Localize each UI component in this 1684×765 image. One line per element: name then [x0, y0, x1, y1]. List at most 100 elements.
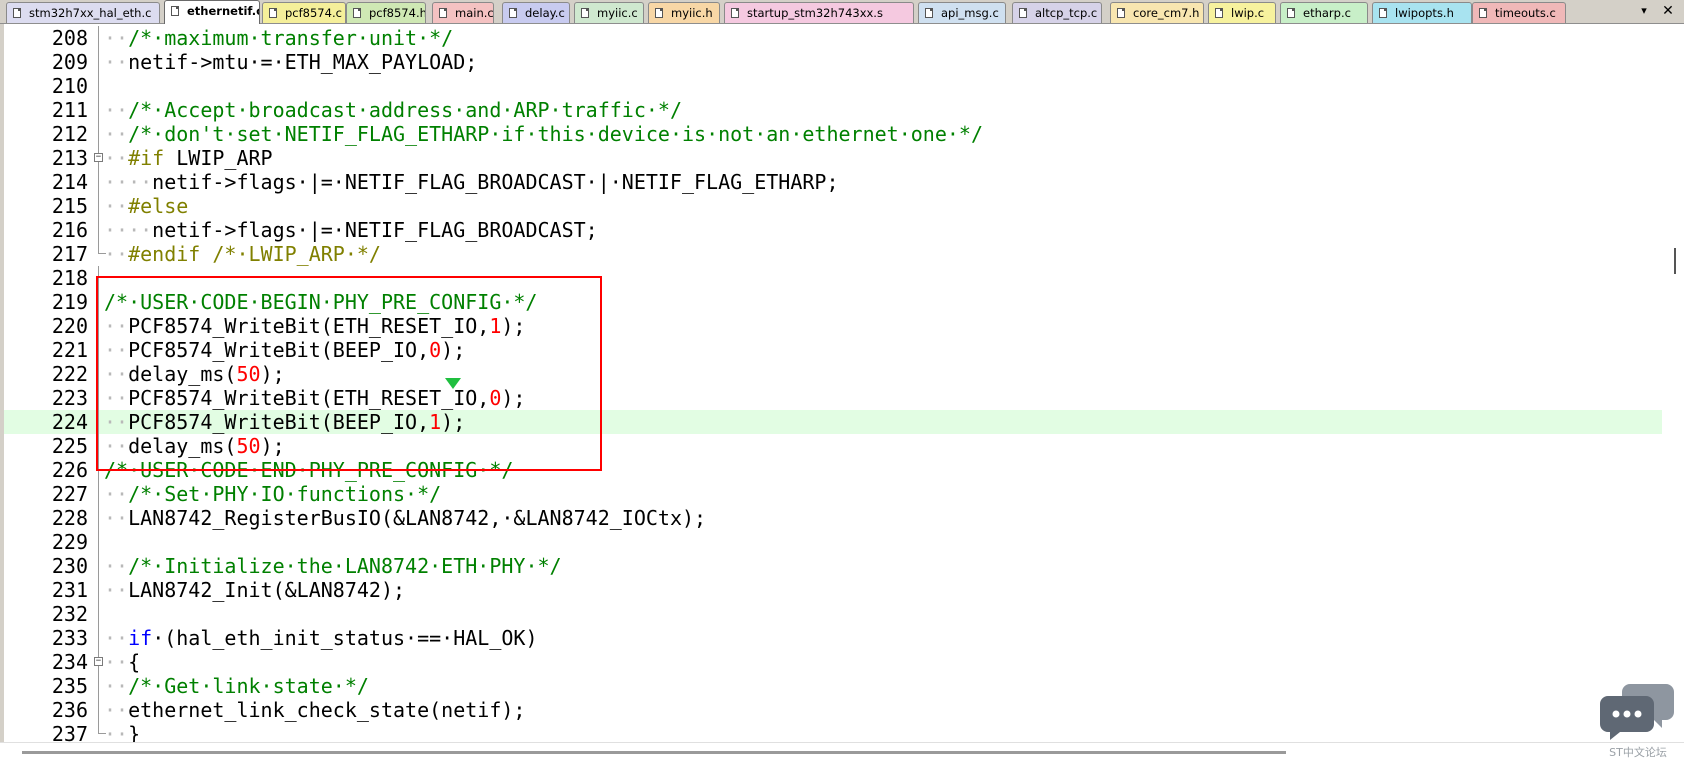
fold-guide: [98, 194, 99, 218]
code-token: /*·Accept·broadcast·address·and·ARP·traf…: [128, 98, 682, 122]
tab-main-c[interactable]: main.c: [432, 2, 494, 23]
code-token: LAN8742_Init(&LAN8742);: [128, 578, 406, 602]
code-line-current[interactable]: 224 ··PCF8574_WriteBit(BEEP_IO,1);: [4, 410, 1662, 434]
fold-guide: [98, 386, 99, 410]
code-line[interactable]: 220 ··PCF8574_WriteBit(ETH_RESET_IO,1);: [4, 314, 1662, 338]
code-line[interactable]: 213− ··#if LWIP_ARP: [4, 146, 1662, 170]
tab-label: lwip.c: [1231, 6, 1265, 20]
tab-ethernetif-c[interactable]: ethernetif.c: [164, 0, 260, 24]
code-line[interactable]: 234− ··{: [4, 650, 1662, 674]
tab-lwipopts-h[interactable]: lwipopts.h: [1372, 2, 1472, 23]
forum-watermark: ST中文论坛: [1600, 680, 1676, 759]
code-line[interactable]: 229: [4, 530, 1662, 554]
tab-lwip-c[interactable]: lwip.c: [1208, 2, 1276, 23]
code-line[interactable]: 219 /*·USER·CODE·BEGIN·PHY_PRE_CONFIG·*/: [4, 290, 1662, 314]
code-token: 50: [236, 362, 261, 386]
code-line[interactable]: 216 ····netif->flags·|=·NETIF_FLAG_BROADC…: [4, 218, 1662, 242]
close-tab-icon[interactable]: ✕: [1660, 2, 1676, 20]
code-line[interactable]: 215 ··#else: [4, 194, 1662, 218]
code-line[interactable]: 233 ··if·(hal_eth_init_status·==·HAL_OK): [4, 626, 1662, 650]
tab-core-cm7-h[interactable]: core_cm7.h: [1110, 2, 1204, 23]
code-line[interactable]: 208 ··/*·maximum·transfer·unit·*/: [4, 26, 1662, 50]
line-number: 209: [51, 50, 88, 74]
code-token: netif->flags·|=·NETIF_FLAG_BROADCAST·|·N…: [152, 170, 839, 194]
code-token: );: [260, 434, 285, 458]
code-text: /*·USER·CODE·END·PHY_PRE_CONFIG·*/: [104, 458, 513, 482]
vertical-scrollbar[interactable]: [1666, 24, 1684, 742]
fold-guide: [98, 362, 99, 386]
file-icon: [509, 8, 517, 18]
code-token: /*·Get·link·state·*/: [128, 674, 369, 698]
file-icon: [353, 8, 361, 18]
tab-api-msg-c[interactable]: api_msg.c: [918, 2, 1006, 23]
code-line[interactable]: 226 /*·USER·CODE·END·PHY_PRE_CONFIG·*/: [4, 458, 1662, 482]
tab-stm32h7xx-hal-eth-c[interactable]: stm32h7xx_hal_eth.c: [6, 2, 160, 23]
code-token: ··: [104, 674, 129, 698]
code-line[interactable]: 218: [4, 266, 1662, 290]
code-line[interactable]: 212 ··/*·don't·set·NETIF_FLAG_ETHARP·if·t…: [4, 122, 1662, 146]
code-line[interactable]: 222 ··delay_ms(50);: [4, 362, 1662, 386]
tab-delay-c[interactable]: delay.c: [502, 2, 570, 23]
line-number: 221: [51, 338, 88, 362]
code-token: 0: [429, 338, 442, 362]
code-line[interactable]: 228 ··LAN8742_RegisterBusIO(&LAN8742,·&LA…: [4, 506, 1662, 530]
code-token: ··: [104, 98, 129, 122]
code-line[interactable]: 221 ··PCF8574_WriteBit(BEEP_IO,0);: [4, 338, 1662, 362]
tab-myiic-c[interactable]: myiic.c: [574, 2, 644, 23]
code-line[interactable]: 230 ··/*·Initialize·the·LAN8742·ETH·PHY·*…: [4, 554, 1662, 578]
code-line[interactable]: 209 ··netif->mtu·=·ETH_MAX_PAYLOAD;: [4, 50, 1662, 74]
line-number: 225: [51, 434, 88, 458]
line-number: 216: [51, 218, 88, 242]
code-token: ··: [104, 362, 129, 386]
file-icon: [1019, 8, 1027, 18]
code-token: delay_ms(: [128, 434, 237, 458]
file-icon: [655, 8, 663, 18]
code-line[interactable]: 214 ····netif->flags·|=·NETIF_FLAG_BROADC…: [4, 170, 1662, 194]
code-line[interactable]: 217 ··#endif /*·LWIP_ARP·*/: [4, 242, 1662, 266]
tab-label: main.c: [455, 6, 494, 20]
code-text: ··LAN8742_RegisterBusIO(&LAN8742,·&LAN87…: [104, 506, 706, 530]
collapse-fold-icon[interactable]: −: [94, 153, 103, 162]
tab-label: myiic.c: [597, 6, 638, 20]
tab-label: ethernetif.c: [187, 4, 260, 18]
line-number: 211: [51, 98, 88, 122]
tab-startup-stm32h743xx-s[interactable]: startup_stm32h743xx.s: [724, 2, 914, 23]
collapse-fold-icon[interactable]: −: [94, 657, 103, 666]
code-token: ··: [104, 722, 129, 742]
code-token: ··: [104, 338, 129, 362]
fold-guide: [98, 218, 99, 242]
fold-guide: [98, 482, 99, 506]
code-line[interactable]: 235 ··/*·Get·link·state·*/: [4, 674, 1662, 698]
code-line[interactable]: 231 ··LAN8742_Init(&LAN8742);: [4, 578, 1662, 602]
code-line[interactable]: 232: [4, 602, 1662, 626]
code-text: ··/*·Initialize·the·LAN8742·ETH·PHY·*/: [104, 554, 562, 578]
code-line[interactable]: 227 ··/*·Set·PHY·IO·functions·*/: [4, 482, 1662, 506]
code-token: ··: [104, 554, 129, 578]
code-editor[interactable]: 208 ··/*·maximum·transfer·unit·*/209 ··net…: [0, 24, 1684, 742]
code-token: );: [501, 314, 526, 338]
tab-myiic-h[interactable]: myiic.h: [648, 2, 720, 23]
code-text: ··PCF8574_WriteBit(ETH_RESET_IO,0);: [104, 386, 525, 410]
tab-pcf8574-h[interactable]: pcf8574.h: [346, 2, 426, 23]
tab-label: startup_stm32h743xx.s: [747, 6, 883, 20]
tab-pcf8574-c[interactable]: pcf8574.c: [262, 2, 346, 23]
tab-label: myiic.h: [671, 6, 713, 20]
tab-etharp-c[interactable]: etharp.c: [1280, 2, 1368, 23]
tab-altcp-tcp-c[interactable]: altcp_tcp.c: [1012, 2, 1102, 23]
code-line[interactable]: 211 ··/*·Accept·broadcast·address·and·ARP…: [4, 98, 1662, 122]
tab-timeouts-c[interactable]: timeouts.c: [1472, 2, 1566, 23]
code-text: ··#else: [104, 194, 188, 218]
fold-guide: [98, 122, 99, 146]
horizontal-scrollbar[interactable]: [0, 742, 1684, 765]
tab-list-menu-icon[interactable]: ▾: [1636, 2, 1652, 20]
code-line[interactable]: 225 ··delay_ms(50);: [4, 434, 1662, 458]
line-number: 231: [51, 578, 88, 602]
code-line[interactable]: 237 ··}: [4, 722, 1662, 742]
fold-guide: [98, 506, 99, 530]
code-line[interactable]: 236 ··ethernet_link_check_state(netif);: [4, 698, 1662, 722]
line-number: 220: [51, 314, 88, 338]
code-line[interactable]: 210: [4, 74, 1662, 98]
vertical-scrollbar-thumb[interactable]: [1674, 248, 1676, 274]
code-line[interactable]: 223 ··PCF8574_WriteBit(ETH_RESET_IO,0);: [4, 386, 1662, 410]
horizontal-scrollbar-thumb[interactable]: [22, 751, 1286, 754]
